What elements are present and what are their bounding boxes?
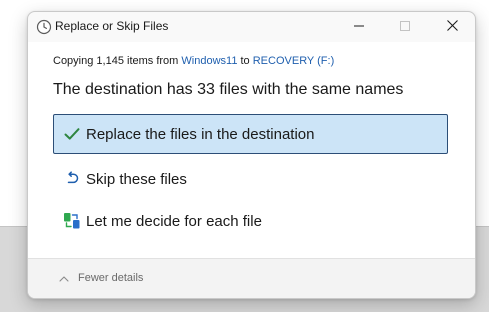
close-icon — [446, 18, 458, 36]
dialog-footer: Fewer details — [28, 258, 475, 298]
skip-arrow-icon — [63, 170, 81, 188]
skip-files-option[interactable]: Skip these files — [53, 159, 448, 199]
title-bar[interactable]: Replace or Skip Files — [28, 12, 475, 42]
compare-files-icon — [63, 212, 81, 230]
replace-files-option[interactable]: Replace the files in the destination — [53, 114, 448, 154]
copy-status-line: Copying 1,145 items from Windows11 to RE… — [53, 55, 334, 67]
chevron-up-icon — [58, 272, 70, 284]
close-button[interactable] — [429, 12, 475, 42]
maximize-button[interactable] — [382, 12, 428, 42]
minimize-icon — [354, 18, 364, 36]
window-title: Replace or Skip Files — [55, 19, 169, 33]
dialog-content: Copying 1,145 items from Windows11 to RE… — [28, 42, 475, 258]
replace-files-label: Replace the files in the destination — [86, 125, 315, 143]
destination-drive-link[interactable]: RECOVERY (F:) — [253, 55, 335, 67]
fewer-details-label: Fewer details — [78, 272, 144, 284]
conflict-headline: The destination has 33 files with the sa… — [53, 81, 404, 98]
decide-each-file-label: Let me decide for each file — [86, 212, 262, 230]
source-folder-link[interactable]: Windows11 — [181, 55, 237, 67]
fewer-details-toggle[interactable]: Fewer details — [58, 272, 143, 284]
decide-each-file-option[interactable]: Let me decide for each file — [53, 201, 448, 241]
minimize-button[interactable] — [336, 12, 382, 42]
clock-icon — [36, 19, 52, 35]
copy-status-prefix: Copying 1,145 items from — [53, 55, 182, 67]
checkmark-icon — [63, 125, 81, 143]
copy-status-middle: to — [237, 55, 253, 67]
maximize-icon — [400, 18, 410, 36]
replace-or-skip-dialog: Replace or Skip Files Copying 1,145 item… — [27, 11, 476, 299]
skip-files-label: Skip these files — [86, 170, 187, 188]
